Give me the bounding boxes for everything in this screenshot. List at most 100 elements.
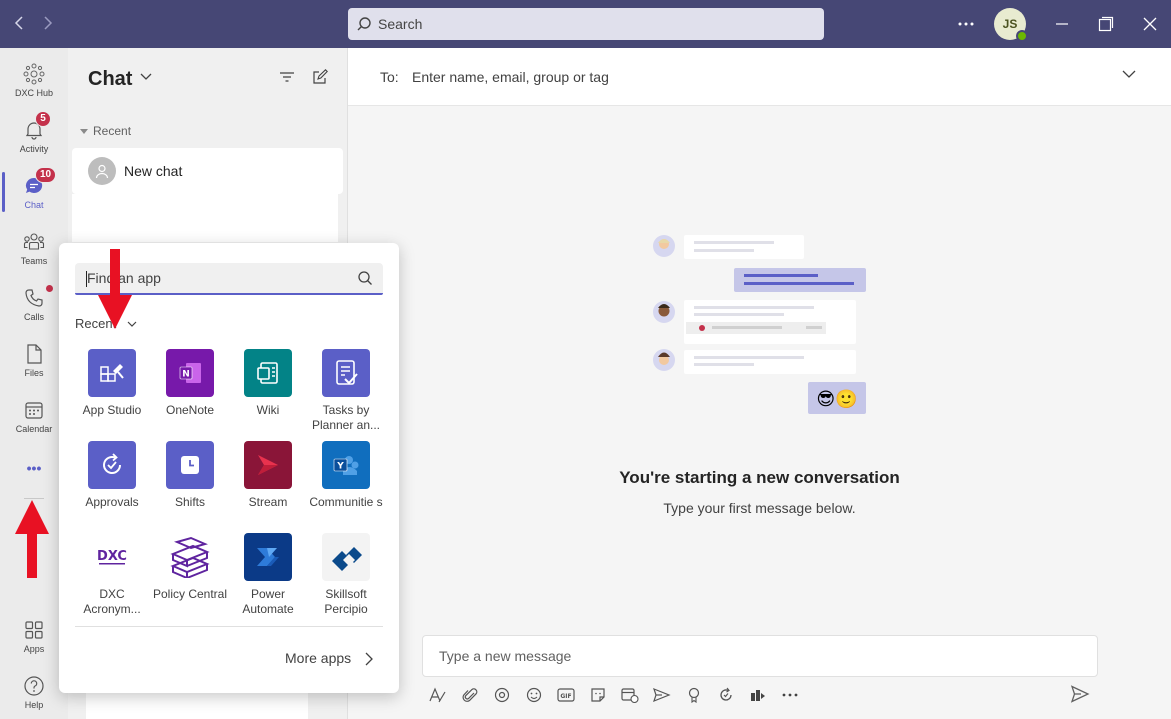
help-icon [24, 675, 44, 696]
maximize-button[interactable] [1094, 12, 1118, 36]
chevron-down-icon [1122, 70, 1136, 78]
approvals-app-icon [88, 441, 136, 489]
person-avatar-icon [88, 157, 116, 185]
app-name: Communitie s [309, 495, 383, 509]
filter-button[interactable] [279, 70, 295, 89]
back-button[interactable] [8, 12, 32, 36]
app-tile-approvals[interactable]: Approvals [73, 441, 151, 510]
app-tile-communities[interactable]: Y Communitie s [307, 441, 385, 510]
search-placeholder: Search [378, 16, 423, 32]
app-tile-stream[interactable]: Stream [229, 441, 307, 510]
approvals-icon [719, 687, 732, 701]
new-chat-button[interactable] [312, 69, 328, 90]
svg-text:N: N [182, 370, 190, 380]
recipient-input[interactable]: Enter name, email, group or tag [412, 69, 609, 85]
app-name: Approvals [85, 495, 139, 509]
chat-pane-title[interactable]: Chat [88, 68, 132, 91]
recent-section-header[interactable]: Recent [80, 124, 131, 138]
more-horizontal-icon [782, 693, 797, 697]
rail-divider [24, 498, 44, 499]
close-button[interactable] [1138, 12, 1162, 36]
rail-label: DXC Hub [14, 87, 53, 98]
app-tile-policy-central[interactable]: Policy Central [151, 533, 229, 602]
paperclip-icon [462, 688, 477, 702]
rail-label: Help [24, 699, 44, 710]
emoji-button[interactable] [522, 684, 545, 706]
rail-item-more-apps[interactable]: ••• [0, 440, 68, 496]
presence-available-icon [1016, 30, 1028, 42]
expand-recipients-button[interactable] [1122, 66, 1136, 84]
rail-item-help[interactable]: Help [0, 664, 68, 719]
send-button[interactable] [1070, 685, 1090, 708]
rail-item-calls[interactable]: Calls [0, 276, 68, 332]
chat-title-dropdown[interactable] [140, 70, 152, 84]
rail-item-apps[interactable]: Apps [0, 608, 68, 664]
tasks-icon [322, 349, 370, 397]
more-horizontal-icon [958, 22, 974, 26]
stream-button[interactable] [746, 684, 769, 706]
teams-icon [23, 232, 45, 250]
sticker-button[interactable] [586, 684, 609, 706]
shifts-icon [166, 441, 214, 489]
approvals-button[interactable] [714, 684, 737, 706]
settings-more-button[interactable] [958, 12, 974, 41]
more-options-button[interactable] [778, 684, 801, 706]
chat-list-item[interactable] [72, 194, 338, 242]
app-tile-power-automate[interactable]: Power Automate [229, 533, 307, 617]
file-icon [27, 343, 42, 364]
app-tile-shifts[interactable]: Shifts [151, 441, 229, 510]
format-button[interactable] [426, 684, 449, 706]
profile-avatar[interactable]: JS [994, 8, 1028, 42]
app-name: Skillsoft Percipio [324, 587, 368, 616]
message-compose-box[interactable]: Type a new message [422, 635, 1098, 677]
chevron-right-icon [44, 16, 53, 30]
calls-notification-dot [46, 284, 53, 292]
search-icon [358, 271, 372, 285]
rail-item-teams[interactable]: Teams [0, 220, 68, 276]
gif-button[interactable]: GIF [554, 684, 577, 706]
app-tile-app-studio[interactable]: App Studio [73, 349, 151, 418]
app-tile-tasks-by-planner[interactable]: Tasks by Planner an... [307, 349, 385, 433]
schedule-send-button[interactable] [650, 684, 673, 706]
svg-text:GIF: GIF [560, 693, 571, 700]
app-tile-skillsoft-percipio[interactable]: Skillsoft Percipio [307, 533, 385, 617]
app-name: Stream [248, 495, 288, 509]
app-name: Wiki [256, 403, 280, 417]
praise-button[interactable] [682, 684, 705, 706]
rail-item-chat[interactable]: 10 Chat [0, 164, 68, 220]
onenote-icon: N [166, 349, 214, 397]
app-tile-wiki[interactable]: Wiki [229, 349, 307, 418]
search-input[interactable]: Search [348, 8, 824, 40]
phone-icon [25, 288, 43, 307]
app-studio-icon [88, 349, 136, 397]
rail-item-files[interactable]: Files [0, 332, 68, 388]
more-apps-chevron[interactable] [365, 652, 373, 671]
find-app-search-button[interactable] [357, 270, 373, 289]
app-tile-onenote[interactable]: N OneNote [151, 349, 229, 418]
power-automate-icon [244, 533, 292, 581]
loop-button[interactable] [490, 684, 513, 706]
app-tile-dxc-acronyms[interactable]: DXC DXC Acronym... [73, 533, 151, 617]
dxc-icon: DXC [88, 533, 136, 581]
rail-label: Teams [20, 255, 48, 266]
app-bar: DXC Hub 5 Activity 10 Chat Teams Calls F… [0, 48, 68, 719]
attach-button[interactable] [458, 684, 481, 706]
apps-icon [25, 620, 43, 639]
format-icon [428, 687, 446, 703]
rail-item-activity[interactable]: 5 Activity [0, 108, 68, 164]
forward-button[interactable] [36, 12, 60, 36]
compose-placeholder: Type a new message [439, 648, 572, 664]
app-name: Power Automate [242, 587, 294, 616]
caret-down-icon [80, 129, 88, 134]
rail-item-dxc-hub[interactable]: DXC Hub [0, 52, 68, 108]
meet-now-button[interactable] [618, 684, 641, 706]
rail-item-calendar[interactable]: Calendar [0, 388, 68, 444]
recent-label: Recent [93, 124, 132, 138]
praise-icon [688, 687, 699, 703]
title-bar: Search JS [0, 0, 1171, 48]
minimize-button[interactable] [1050, 12, 1074, 36]
emoji-glyphs: 😎🙂 [816, 389, 857, 410]
new-chat-item[interactable]: New chat [72, 148, 343, 194]
conversation-pane: To: Enter name, email, group or tag 😎🙂 Y… [348, 48, 1171, 719]
more-apps-link[interactable]: More apps [285, 650, 351, 666]
